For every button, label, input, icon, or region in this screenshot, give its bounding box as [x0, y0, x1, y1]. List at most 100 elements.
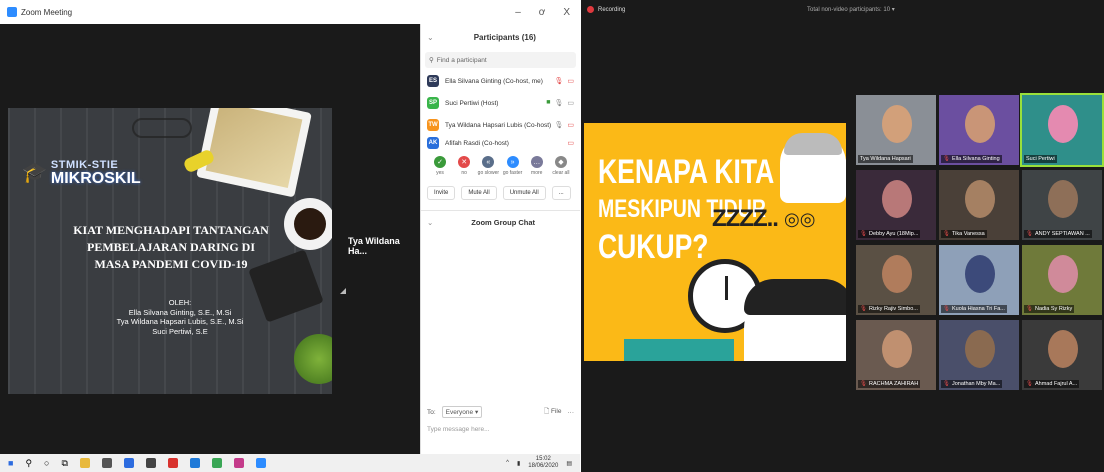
app-icon[interactable] — [233, 458, 244, 468]
more-icon: … — [530, 156, 543, 168]
participant-name: Tya Wildana Hapsari Lubis (Co-host) — [445, 121, 552, 129]
pdf-icon[interactable] — [167, 458, 178, 468]
mic-muted-icon[interactable]: 🎙 — [554, 77, 563, 85]
video-off-icon[interactable]: ▭ — [567, 77, 574, 85]
tablet-decoration — [196, 108, 312, 198]
video-tile[interactable]: Tya Wildana Hapsari — [856, 95, 936, 165]
participant-actions: Invite Mute All Unmute All ... — [421, 176, 580, 200]
app-icon[interactable] — [123, 458, 134, 468]
mic-icon[interactable]: 🎙 — [554, 121, 563, 129]
system-tray: ^ ▮ 15:02 18/06/2020 ▤ — [506, 456, 572, 470]
recipient-select[interactable]: Everyone ▾ — [441, 406, 483, 418]
slide-title-line1: KIAT MENGHADAPI TANTANGAN — [73, 223, 269, 237]
participant-name: Suci Pertiwi (Host) — [445, 99, 499, 107]
author-3: Suci Pertiwi, S.E — [152, 326, 208, 336]
video-tile[interactable]: 🎙 ANDY SEPTIAWAN ... — [1022, 170, 1102, 240]
zoom-taskbar-icon[interactable] — [255, 458, 266, 468]
mic-muted-icon: 🎙 — [860, 381, 867, 387]
participant-row[interactable]: AK Afifah Rasdi (Co-host) ▭ — [421, 136, 580, 150]
chevron-up-icon[interactable]: ^ — [506, 460, 509, 466]
video-tile[interactable]: 🎙 RACHMA ZAHIRAH — [856, 320, 936, 390]
video-tile[interactable]: 🎙 Ella Silvana Ginting — [939, 95, 1019, 165]
participant-face — [1048, 105, 1078, 143]
tile-name-label: 🎙 Kuola Hiasna Tri Fa... — [941, 305, 1007, 313]
video-icon[interactable]: ▭ — [567, 99, 574, 107]
task-view-icon[interactable]: ⧉ — [61, 458, 67, 469]
video-tile[interactable]: 🎙 Kuola Hiasna Tri Fa... — [939, 245, 1019, 315]
oleh-label: OLEH: — [168, 298, 192, 307]
notification-icon[interactable]: ▤ — [566, 460, 572, 467]
reaction-more-button[interactable]: … more — [526, 156, 548, 176]
invite-button[interactable]: Invite — [427, 186, 456, 200]
participant-list: ES Ella Silvana Ginting (Co-host, me) 🎙 ▭… — [421, 70, 580, 150]
go-slower-icon: « — [482, 156, 495, 168]
reaction-yes-button[interactable]: ✓ yes — [429, 156, 451, 176]
reaction-go-slower-button[interactable]: « go slower — [477, 156, 499, 176]
zzz-text: ZZZZ.. — [712, 205, 779, 232]
reaction-go-faster-button[interactable]: » go faster — [502, 156, 524, 176]
chevron-down-icon[interactable]: ⌄ — [427, 33, 434, 42]
tile-name-label: 🎙 Jonathan Mby Ma... — [941, 380, 1003, 388]
recording-icon — [587, 6, 594, 13]
battery-icon[interactable]: ▮ — [517, 460, 520, 467]
chat-more-button[interactable]: ··· — [568, 409, 575, 416]
video-tile[interactable]: 🎙 Rizky Rajiv Simbo... — [856, 245, 936, 315]
reaction-label: yes — [436, 170, 444, 176]
headline-line1: KENAPA KITA CAPEK — [598, 153, 846, 191]
close-button[interactable]: X — [563, 7, 570, 18]
more-options-button[interactable]: ... — [551, 186, 571, 200]
participant-face — [882, 105, 912, 143]
participant-row[interactable]: SP Suci Pertiwi (Host) ■ 🎙 ▭ — [421, 92, 580, 114]
mic-icon[interactable]: 🎙 — [554, 99, 563, 107]
file-button[interactable]: 🗋 File — [544, 407, 562, 418]
mute-all-button[interactable]: Mute All — [461, 186, 497, 200]
tile-name-label: 🎙 Nadia Sy Rizky — [1024, 305, 1075, 313]
unmute-all-button[interactable]: Unmute All — [502, 186, 546, 200]
participants-panel: ⌄ Participants (16) ⚲ Find a participant… — [420, 24, 580, 454]
edge-icon[interactable] — [189, 458, 200, 468]
video-tile[interactable]: 🎙 Ahmad Fajrul A... — [1022, 320, 1102, 390]
participant-face — [1048, 330, 1078, 368]
participant-face — [965, 180, 995, 218]
app-icon[interactable] — [145, 458, 156, 468]
chevron-down-icon[interactable]: ⌄ — [427, 218, 433, 227]
clock-time: 15:02 — [535, 456, 551, 462]
store-icon[interactable] — [101, 458, 112, 468]
cortana-icon[interactable]: ○ — [44, 458, 49, 468]
find-participant-input[interactable]: ⚲ Find a participant — [425, 52, 576, 68]
reaction-no-button[interactable]: ✕ no — [453, 156, 475, 176]
chrome-icon[interactable] — [211, 458, 222, 468]
video-off-icon[interactable]: ▭ — [567, 121, 574, 129]
video-tile[interactable]: 🎙 Tika Vanessa — [939, 170, 1019, 240]
video-off-icon[interactable]: ▭ — [567, 139, 574, 147]
participant-row[interactable]: TW Tya Wildana Hapsari Lubis (Co-host) 🎙… — [421, 114, 580, 136]
tile-name-label: 🎙 Debby Ayu (18Mip... — [858, 230, 921, 238]
mic-muted-icon: 🎙 — [860, 306, 867, 312]
mic-muted-icon: 🎙 — [943, 231, 950, 237]
video-tile-active-speaker[interactable]: Suci Pertiwi — [1020, 93, 1104, 167]
file-explorer-icon[interactable] — [79, 458, 90, 468]
non-video-participants-dropdown[interactable]: Total non-video participants: 10 ▾ — [807, 6, 895, 13]
restore-button[interactable]: ơ — [539, 7, 546, 18]
chat-header: ⌄ Zoom Group Chat — [421, 210, 580, 234]
participant-face — [965, 330, 995, 368]
mic-muted-icon: 🎙 — [860, 231, 867, 237]
resize-handle-icon[interactable] — [340, 288, 346, 294]
participant-name: Afifah Rasdi (Co-host) — [445, 139, 509, 147]
glasses-icon: ◎◎ — [784, 209, 816, 229]
chat-message-input[interactable]: Type message here... — [427, 426, 490, 433]
tile-name-label: 🎙 Tika Vanessa — [941, 230, 987, 238]
mic-muted-icon: 🎙 — [1026, 231, 1033, 237]
author-1: Ella Silvana Ginting, S.E., M.Si — [128, 307, 232, 317]
video-tile[interactable]: 🎙 Nadia Sy Rizky — [1022, 245, 1102, 315]
clock[interactable]: 15:02 18/06/2020 — [528, 456, 558, 470]
video-tile[interactable]: 🎙 Debby Ayu (18Mip... — [856, 170, 936, 240]
participant-row[interactable]: ES Ella Silvana Ginting (Co-host, me) 🎙 ▭ — [421, 70, 580, 92]
reaction-clear-all-button[interactable]: ◆ clear all — [550, 156, 572, 176]
reaction-label: go faster — [502, 170, 523, 176]
reaction-label: clear all — [552, 170, 570, 176]
minimize-button[interactable]: – — [515, 7, 521, 18]
search-icon[interactable]: ⚲ — [25, 458, 32, 469]
windows-start-icon[interactable]: ■ — [8, 458, 13, 468]
video-tile[interactable]: 🎙 Jonathan Mby Ma... — [939, 320, 1019, 390]
